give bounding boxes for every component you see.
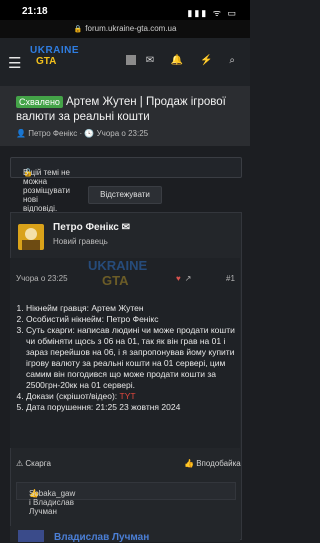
user-title: Новий гравець bbox=[53, 237, 108, 246]
avatar[interactable] bbox=[18, 224, 44, 250]
thumb-icon: 👍 bbox=[184, 459, 194, 468]
reactions-text: Sobaka_gaw і Владислав Лучман bbox=[29, 489, 76, 516]
evidence-link[interactable]: TYT bbox=[120, 391, 136, 401]
thread-author[interactable]: Петро Фенікс bbox=[28, 129, 77, 138]
reactions-bar[interactable]: 👍 Sobaka_gaw і Владислав Лучман bbox=[16, 482, 236, 516]
avatar[interactable] bbox=[18, 530, 44, 542]
report-button[interactable]: ⚠ Скарга bbox=[16, 459, 51, 468]
thread-meta: 👤 Петро Фенікс · 🕓 Учора о 23:25 bbox=[16, 129, 148, 138]
menu-icon[interactable]: ☰ bbox=[8, 54, 21, 72]
next-post-username[interactable]: Владислав Лучман bbox=[54, 532, 149, 543]
watermark-logo: UKRAINE GTA bbox=[88, 258, 148, 288]
post-number[interactable]: #1 bbox=[226, 274, 235, 283]
thread-date[interactable]: Учора о 23:25 bbox=[97, 129, 149, 138]
nav-icons: ✉ 🔔 ⚡ ⌕ bbox=[125, 55, 242, 66]
mail-icon[interactable]: ✉ bbox=[146, 55, 161, 66]
warning-icon: ⚠ bbox=[16, 459, 24, 468]
separator: · bbox=[79, 129, 83, 138]
post-username[interactable]: Петро Фенікс ✉ bbox=[53, 222, 130, 233]
bolt-icon[interactable]: ⚡ bbox=[200, 55, 219, 66]
url-text: forum.ukraine-gta.com.ua bbox=[85, 24, 177, 33]
logo-text-gta: GTA bbox=[36, 56, 57, 67]
site-logo[interactable]: UKRAINE GTA bbox=[30, 45, 80, 79]
status-icons: ▮▮▮ ᯤ ▭ bbox=[187, 8, 238, 18]
post-actions: ♥↗ bbox=[176, 274, 195, 283]
heart-icon[interactable]: ♥ bbox=[176, 274, 185, 283]
watch-button[interactable]: Відстежувати bbox=[88, 186, 162, 204]
logo-text-ukraine: UKRAINE bbox=[30, 45, 80, 56]
lock-icon: 🔒 bbox=[73, 26, 83, 33]
list-item: Особистий нікнейм: Петро Фенікс bbox=[26, 314, 244, 325]
status-bar: 21:18 ▮▮▮ ᯤ ▭ bbox=[0, 0, 250, 20]
locked-notice: 🔒 В цій темі не можна розміщувати нові в… bbox=[10, 157, 242, 213]
list-item: Суть скарги: написав людині чи може прод… bbox=[26, 325, 244, 391]
list-item: Дата порушення: 21:25 23 жовтня 2024 bbox=[26, 402, 244, 413]
complaint-list: Нікнейм гравця: Артем Жутен Особистий ні… bbox=[8, 303, 244, 413]
user-icon: 👤 bbox=[16, 129, 26, 138]
list-item: Нікнейм гравця: Артем Жутен bbox=[26, 303, 244, 314]
status-badge[interactable]: Схвалено bbox=[16, 96, 63, 108]
mail-icon: ✉ bbox=[121, 222, 131, 233]
notice-text: В цій темі не можна розміщувати нові від… bbox=[23, 168, 70, 213]
status-time: 21:18 bbox=[22, 6, 48, 17]
share-icon[interactable]: ↗ bbox=[185, 274, 196, 283]
post-user-block: Петро Фенікс ✉ Новий гравець bbox=[10, 216, 240, 258]
post-date[interactable]: Учора о 23:25 bbox=[16, 274, 68, 283]
avatar[interactable] bbox=[125, 55, 136, 66]
like-button[interactable]: 👍 Вподобайка bbox=[184, 459, 241, 468]
url-bar[interactable]: 🔒 forum.ukraine-gta.com.ua bbox=[0, 20, 250, 38]
search-icon[interactable]: ⌕ bbox=[229, 55, 242, 66]
top-navigation: ☰ UKRAINE GTA ✉ 🔔 ⚡ ⌕ bbox=[0, 38, 250, 87]
list-item: Докази (скрішот/відео): TYT bbox=[26, 391, 244, 402]
bell-icon[interactable]: 🔔 bbox=[171, 55, 190, 66]
clock-icon: 🕓 bbox=[84, 129, 95, 138]
